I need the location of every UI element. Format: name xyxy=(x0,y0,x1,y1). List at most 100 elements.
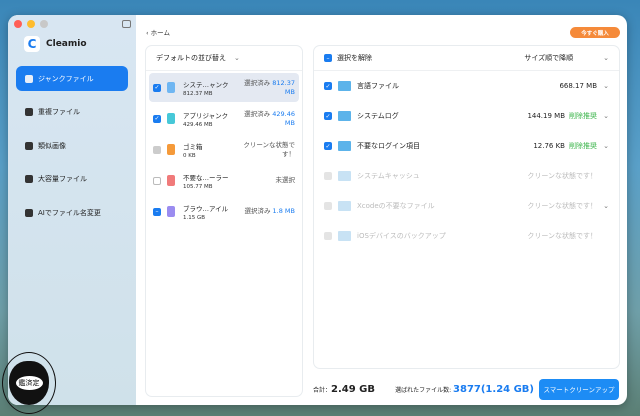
row-name: iOSデバイスのバックアップ xyxy=(357,231,527,241)
sidebar-item-label: 大容量ファイル xyxy=(38,174,87,184)
list-item[interactable]: ゴミ箱 0 KBクリーンな状態です！ xyxy=(149,135,299,164)
broom-icon xyxy=(25,75,33,83)
main-content: ‹ ホーム 今すぐ購入 ⚷ デフォルトの並び替え⌄ ✓システ…ャンク812.37… xyxy=(136,15,627,405)
selected-count: 3877(1.24 GB) xyxy=(453,384,534,395)
list-item[interactable]: 不要な…ーラー 105.77 MB未選択 xyxy=(149,166,299,195)
system-file-icon xyxy=(167,82,175,93)
total-label: 合計： xyxy=(313,387,331,394)
row-status: クリーンな状態です！ xyxy=(527,171,597,181)
sidebar: C Cleamio ジャンクファイル 重複ファイル 類似画像 大容量ファイル A… xyxy=(8,15,136,405)
table-row[interactable]: ✓システムログ144.19 MB削除推奨⌄ xyxy=(314,101,619,131)
app-name: Cleamio xyxy=(46,39,87,49)
item-status: 選択済み xyxy=(244,207,270,215)
checkbox[interactable]: – xyxy=(153,208,161,216)
sidebar-item-large-files[interactable]: 大容量ファイル xyxy=(16,167,128,192)
buy-now-button[interactable]: 今すぐ購入 xyxy=(570,27,620,38)
size-sort-dropdown[interactable]: サイズ順で降順 ⌄ xyxy=(524,53,609,63)
checkbox[interactable]: ✓ xyxy=(153,115,161,123)
back-home-link[interactable]: ‹ ホーム xyxy=(146,27,170,37)
folder-icon xyxy=(338,171,351,181)
checkbox xyxy=(324,232,332,240)
installer-icon xyxy=(167,175,175,186)
checkbox[interactable]: ✓ xyxy=(324,142,332,150)
item-status: クリーンな状態です！ xyxy=(239,141,295,159)
sidebar-item-label: 重複ファイル xyxy=(38,107,80,117)
checkbox[interactable]: ✓ xyxy=(324,82,332,90)
item-name: ゴミ箱 xyxy=(183,141,239,151)
recommend-badge: 削除推奨 xyxy=(569,111,597,121)
total-size: 2.49 GB xyxy=(331,384,375,395)
minimize-button[interactable] xyxy=(27,20,35,28)
deselect-label: 選択を解除 xyxy=(337,53,372,63)
watermark-logo: 鑑済定 xyxy=(2,352,56,414)
image-icon xyxy=(25,142,33,150)
checkbox xyxy=(324,202,332,210)
row-status: クリーンな状態です！ xyxy=(527,231,597,241)
folder-icon xyxy=(338,141,351,151)
checkbox[interactable] xyxy=(153,146,161,154)
checkbox[interactable] xyxy=(153,177,161,185)
selected-label: 選ばれたファイル数: xyxy=(395,387,451,394)
sidebar-item-label: ジャンクファイル xyxy=(38,74,94,84)
recommend-badge: 削除推奨 xyxy=(569,141,597,151)
checkbox xyxy=(324,172,332,180)
sidebar-toggle-icon[interactable] xyxy=(122,20,131,28)
table-row: iOSデバイスのバックアップクリーンな状態です！ xyxy=(314,221,619,251)
row-size: 12.76 KB xyxy=(533,142,565,150)
sidebar-item-junk[interactable]: ジャンクファイル xyxy=(16,66,128,91)
table-row: システムキャッシュクリーンな状態です！ xyxy=(314,161,619,191)
item-name: 不要な…ーラー xyxy=(183,172,239,182)
folder-icon xyxy=(338,231,351,241)
sort-label: サイズ順で降順 xyxy=(524,54,573,62)
zip-icon xyxy=(25,175,33,183)
sort-dropdown[interactable]: デフォルトの並び替え⌄ xyxy=(146,46,302,71)
sidebar-item-duplicates[interactable]: 重複ファイル xyxy=(16,100,128,125)
sidebar-nav: ジャンクファイル 重複ファイル 類似画像 大容量ファイル AIでファイル名変更 xyxy=(16,66,128,234)
app-file-icon xyxy=(167,113,175,124)
chevron-down-icon[interactable]: ⌄ xyxy=(597,82,609,90)
checkbox[interactable]: ✓ xyxy=(153,84,161,92)
trash-icon xyxy=(167,144,175,155)
item-size: 812.37 MB xyxy=(183,91,239,97)
row-name: Xcodeの不要なファイル xyxy=(357,201,527,211)
item-selected-size: 1.8 MB xyxy=(273,207,295,215)
table-row[interactable]: ✓不要なログイン項目12.76 KB削除推奨⌄ xyxy=(314,131,619,161)
sidebar-item-ai-rename[interactable]: AIでファイル名変更 xyxy=(16,200,128,225)
item-status: 未選択 xyxy=(239,176,295,185)
rename-icon xyxy=(25,209,33,217)
list-item[interactable]: ✓システ…ャンク812.37 MB選択済み 812.37 MB xyxy=(149,73,299,102)
item-status: 選択済み xyxy=(244,110,270,118)
item-size: 429.46 MB xyxy=(183,122,239,128)
back-label: ホーム xyxy=(151,29,170,37)
sidebar-item-label: AIでファイル名変更 xyxy=(38,208,101,218)
smart-cleanup-button[interactable]: スマートクリーンアップ xyxy=(539,379,619,400)
item-name: システ…ャンク xyxy=(183,79,239,89)
close-button[interactable] xyxy=(14,20,22,28)
window-controls xyxy=(14,20,48,28)
app-logo-icon: C xyxy=(24,36,40,52)
apple-icon: 鑑済定 xyxy=(9,361,49,405)
deselect-checkbox[interactable]: – xyxy=(324,54,332,62)
item-size: 105.77 MB xyxy=(183,184,239,190)
list-item[interactable]: ✓アプリジャンク429.46 MB選択済み 429.46 MB xyxy=(149,104,299,133)
app-window: C Cleamio ジャンクファイル 重複ファイル 類似画像 大容量ファイル A… xyxy=(8,15,627,405)
browser-file-icon xyxy=(167,206,175,217)
sidebar-item-similar-images[interactable]: 類似画像 xyxy=(16,133,128,158)
chevron-down-icon[interactable]: ⌄ xyxy=(597,142,609,150)
chevron-down-icon[interactable]: ⌄ xyxy=(597,202,609,210)
list-item[interactable]: –ブラウ…アイル1.15 GB選択済み 1.8 MB xyxy=(149,197,299,226)
checkbox[interactable]: ✓ xyxy=(324,112,332,120)
folder-icon xyxy=(25,108,33,116)
table-row[interactable]: ✓言語ファイル668.17 MB⌄ xyxy=(314,71,619,101)
chevron-down-icon: ⌄ xyxy=(603,54,609,62)
folder-icon xyxy=(338,111,351,121)
item-size: 0 KB xyxy=(183,153,239,159)
chevron-down-icon[interactable]: ⌄ xyxy=(597,112,609,120)
footer: 合計：2.49 GB 選ばれたファイル数: 3877(1.24 GB) スマート… xyxy=(313,378,619,400)
zoom-button[interactable] xyxy=(40,20,48,28)
item-selected-size: 429.46 MB xyxy=(272,110,295,127)
chevron-down-icon: ⌄ xyxy=(234,54,240,62)
item-status: 選択済み xyxy=(244,79,270,87)
folder-icon xyxy=(338,201,351,211)
sidebar-item-label: 類似画像 xyxy=(38,141,66,151)
